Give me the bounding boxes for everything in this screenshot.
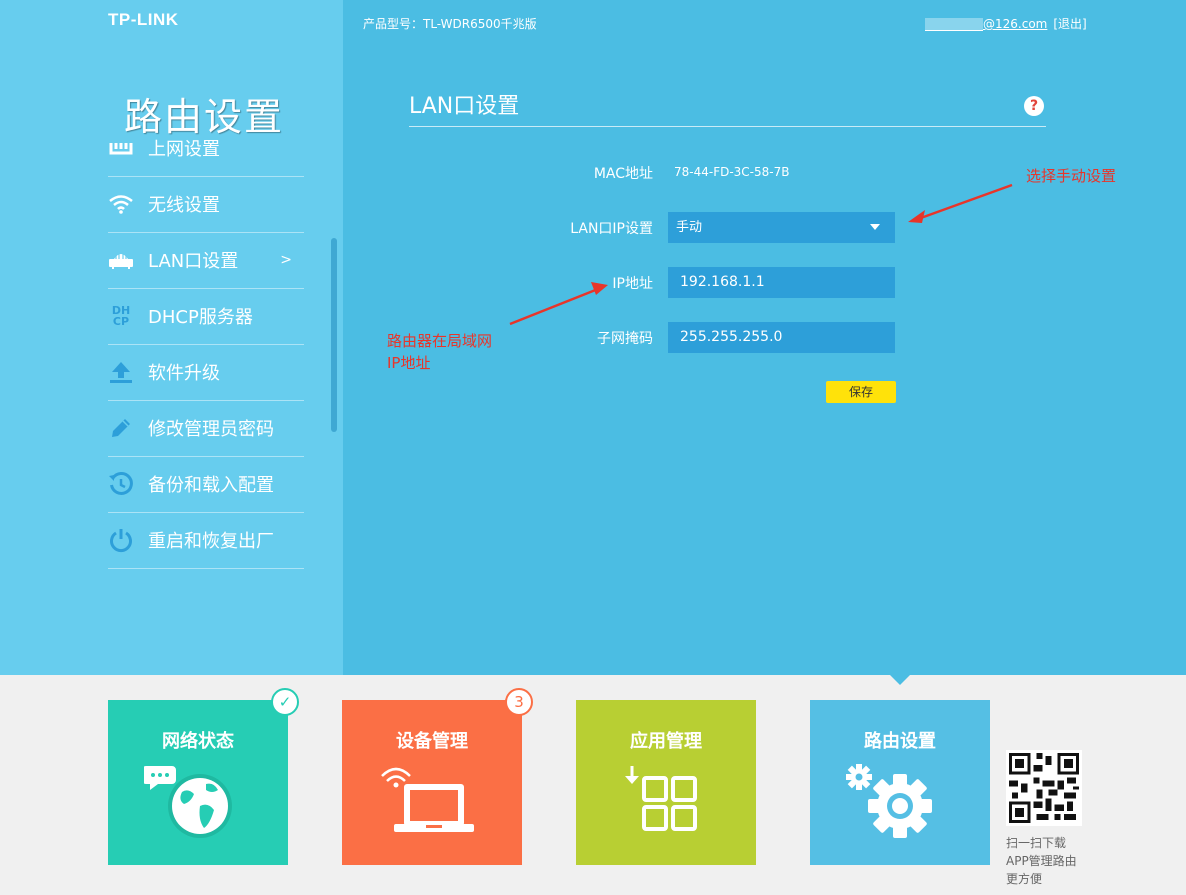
account-email[interactable]: @126.com <box>983 17 1047 31</box>
account-info: @126.com [退出] <box>925 15 1087 32</box>
pencil-icon <box>108 415 134 441</box>
upload-icon <box>108 359 134 385</box>
subnet-mask-input[interactable]: 255.255.255.0 <box>668 322 895 353</box>
sidebar-item-label: DHCP服务器 <box>148 307 253 328</box>
tile-app-management[interactable]: 应用管理 <box>576 700 756 865</box>
sidebar-scrollbar[interactable] <box>331 238 337 432</box>
qr-caption: 扫一扫下载 APP管理路由 更方便 <box>1006 834 1077 888</box>
sidebar-item-label: 软件升级 <box>148 363 220 384</box>
device-count-badge: 3 <box>505 688 533 716</box>
page-title: LAN口设置 <box>409 94 520 119</box>
tile-label: 路由设置 <box>864 731 936 752</box>
sidebar-item-label: LAN口设置 <box>148 251 239 272</box>
dropdown-caret-icon <box>870 224 880 230</box>
qr-caption-line2: APP管理路由 <box>1006 854 1077 868</box>
status-ok-badge: ✓ <box>271 688 299 716</box>
annotation-ip-line1: 路由器在局域网 <box>387 332 493 350</box>
tile-label: 应用管理 <box>630 731 702 752</box>
sidebar: TP-LINK 路由设置 上网设置 无线设置 LAN口设置 > DH CP DH… <box>0 0 343 675</box>
product-model: 产品型号：TL-WDR6500千兆版 <box>363 17 537 31</box>
logout-link[interactable]: [退出] <box>1053 17 1086 31</box>
sidebar-title: 路由设置 <box>124 95 285 139</box>
title-divider <box>409 126 1046 127</box>
save-button[interactable]: 保存 <box>826 381 896 403</box>
sidebar-item-lan[interactable]: LAN口设置 > <box>108 232 304 289</box>
mac-label: MAC地址 <box>593 166 653 182</box>
sidebar-item-password[interactable]: 修改管理员密码 <box>108 400 304 457</box>
subnet-mask-label: 子网掩码 <box>597 331 653 347</box>
power-icon <box>108 527 134 553</box>
tile-label: 网络状态 <box>162 731 234 752</box>
annotation-manual: 选择手动设置 <box>1026 167 1117 185</box>
active-tile-pointer <box>890 675 910 685</box>
sidebar-item-backup[interactable]: 备份和载入配置 <box>108 456 304 513</box>
account-name-redacted <box>925 18 983 31</box>
lan-ip-mode-select[interactable]: 手动 <box>668 212 895 243</box>
ip-address-input[interactable]: 192.168.1.1 <box>668 267 895 298</box>
lan-ip-mode-label: LAN口IP设置 <box>570 221 653 237</box>
apps-grid-icon <box>625 766 697 831</box>
qr-code <box>1006 750 1082 826</box>
gears-icon <box>846 764 932 838</box>
laptop-wifi-icon <box>381 767 474 832</box>
globe-chat-icon <box>144 766 232 838</box>
tile-router-settings[interactable]: 路由设置 <box>810 700 990 865</box>
tile-network-status[interactable]: 网络状态 ✓ <box>108 688 299 865</box>
help-icon[interactable]: ? <box>1024 96 1044 116</box>
sidebar-item-label: 重启和恢复出厂 <box>148 531 274 552</box>
sidebar-item-label: 备份和载入配置 <box>148 475 274 496</box>
dhcp-icon-text-bottom: CP <box>112 315 130 328</box>
dhcp-icon: DH CP <box>108 303 134 329</box>
sidebar-item-wireless[interactable]: 无线设置 <box>108 176 304 233</box>
sidebar-item-dhcp[interactable]: DH CP DHCP服务器 <box>108 288 304 345</box>
qr-caption-line3: 更方便 <box>1006 872 1043 886</box>
qr-caption-line1: 扫一扫下载 <box>1006 836 1067 850</box>
tile-label: 设备管理 <box>396 731 468 752</box>
sidebar-item-label: 修改管理员密码 <box>148 419 274 440</box>
sidebar-item-upgrade[interactable]: 软件升级 <box>108 344 304 401</box>
lan-ip-mode-value: 手动 <box>676 220 703 235</box>
annotation-ip-line2: IP地址 <box>387 354 431 372</box>
router-icon <box>108 247 134 273</box>
history-icon <box>108 471 134 497</box>
tile-device-management[interactable]: 设备管理 3 <box>342 688 533 865</box>
wifi-icon <box>108 191 134 217</box>
sidebar-item-label: 无线设置 <box>148 195 220 216</box>
mac-value: 78-44-FD-3C-58-7B <box>674 165 790 179</box>
ip-label: IP地址 <box>612 276 653 292</box>
sidebar-item-reboot[interactable]: 重启和恢复出厂 <box>108 512 304 569</box>
tp-link-logo: TP-LINK <box>108 10 179 29</box>
active-arrow: > <box>280 252 292 268</box>
